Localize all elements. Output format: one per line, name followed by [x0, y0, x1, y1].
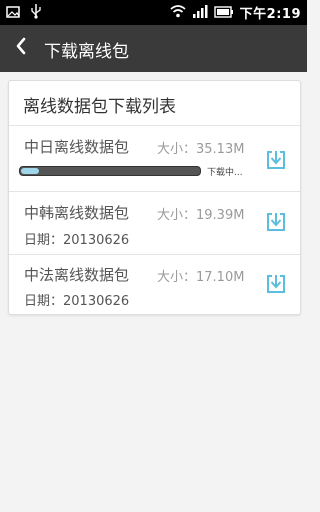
download-list-panel: 离线数据包下载列表 中日离线数据包 大小：35.13M 下载中... 中韩离线数…: [8, 80, 301, 315]
list-item[interactable]: 中日离线数据包 大小：35.13M 下载中...: [9, 126, 300, 191]
empty-area: [0, 318, 307, 512]
download-icon[interactable]: [265, 273, 287, 295]
wifi-icon: [170, 3, 186, 22]
item-name: 中韩离线数据包: [24, 204, 130, 222]
photo-notification-icon: [6, 4, 20, 23]
usb-icon: [30, 3, 42, 23]
item-name: 中法离线数据包: [24, 266, 130, 284]
page-title: 下载离线包: [44, 42, 129, 62]
status-time: 下午2:19: [239, 7, 301, 22]
download-icon[interactable]: [265, 211, 287, 233]
list-item[interactable]: 中法离线数据包 大小：17.10M 日期：20130626: [9, 255, 300, 313]
signal-icon: [192, 3, 208, 22]
item-date: 日期：20130626: [24, 233, 130, 248]
list-item[interactable]: 中韩离线数据包 大小：19.39M 日期：20130626: [9, 192, 300, 254]
download-progress-bar: [19, 166, 201, 176]
item-size: 大小：17.10M: [157, 270, 245, 285]
download-status: 下载中...: [207, 168, 243, 178]
item-name: 中日离线数据包: [24, 138, 130, 156]
download-icon[interactable]: [265, 149, 287, 171]
app-bar: 下载离线包: [0, 25, 307, 72]
panel-title: 离线数据包下载列表: [23, 97, 176, 117]
back-button[interactable]: [6, 33, 36, 63]
item-size: 大小：19.39M: [157, 208, 245, 223]
chevron-left-icon: [15, 37, 27, 59]
progress-fill: [21, 168, 39, 174]
item-size: 大小：35.13M: [157, 142, 245, 157]
item-date: 日期：20130626: [24, 294, 130, 309]
status-bar: 下午2:19: [0, 0, 307, 25]
battery-icon: [213, 3, 234, 22]
